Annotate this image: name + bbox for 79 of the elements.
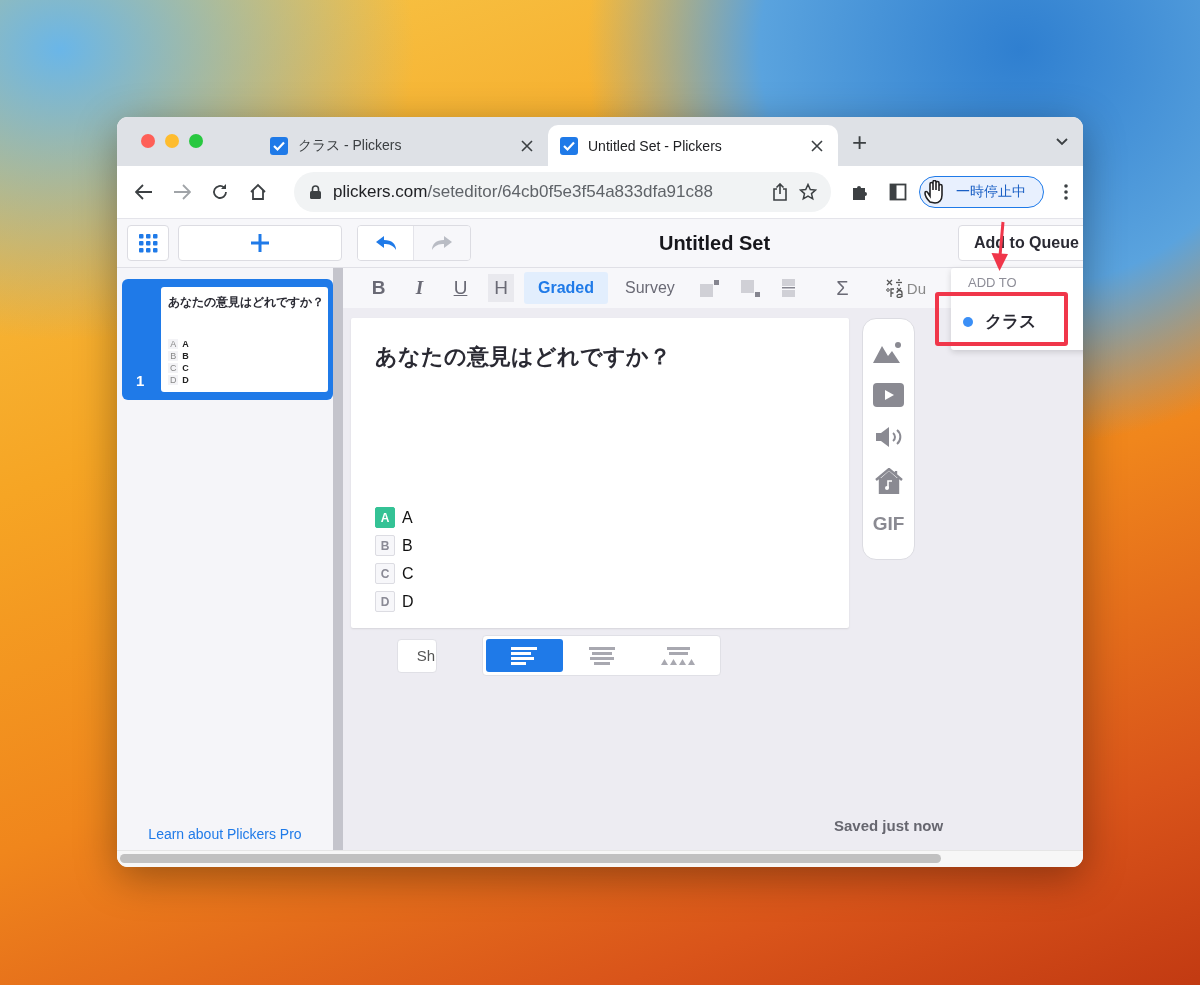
question-text[interactable]: あなたの意見はどれですか？ [375,342,823,372]
underline-button[interactable]: U [440,274,481,302]
undo-button[interactable] [358,226,414,260]
mode-tab[interactable]: Survey [611,272,689,304]
address-bar[interactable]: plickers.com/seteditor/64cb0f5e3f54a833dfa91c88 [294,172,831,212]
plus-icon [250,233,270,253]
close-icon[interactable] [811,139,823,152]
choice-text: A [182,339,189,349]
grid-icon [138,233,158,253]
choice-letter: B [168,351,179,361]
slide-number: 1 [136,372,145,389]
new-tab-button[interactable]: + [852,128,868,155]
close-window-icon[interactable] [141,134,155,148]
back-icon[interactable] [135,184,153,200]
choice-text: D [182,375,189,385]
house-music-note-icon[interactable] [874,467,903,494]
menu-heading: ADD TO [968,275,1018,290]
align-center-icon [587,645,616,666]
redo-arrow-icon [431,235,453,251]
layout-option[interactable] [486,639,563,672]
choice-letter: A [168,339,179,349]
choice-letter: D [168,375,179,385]
choice-text[interactable]: D [402,592,414,611]
set-title: Untitled Set [657,231,772,255]
star-icon[interactable] [799,183,817,201]
choice-letter: C [168,363,179,373]
heading-button[interactable]: H [488,274,514,302]
forward-icon[interactable] [173,184,191,200]
gif-button[interactable]: GIF [872,513,905,535]
browser-tab[interactable]: Untitled Set - Plickers [548,125,838,166]
superscript-icon[interactable] [699,279,719,297]
share-icon[interactable] [773,183,787,201]
centered-with-triangles-icon [661,645,696,666]
vertical-scrollbar[interactable] [333,268,343,850]
slide-list-item[interactable]: 1 あなたの意見はどれですか？ A A B B C C D D [122,279,333,400]
tab-title: クラス - Plickers [298,136,403,155]
horizontal-scrollbar[interactable] [120,854,941,863]
choice-text[interactable]: A [402,508,413,527]
tab-title: Untitled Set - Plickers [588,137,723,154]
unit-symbols-icon[interactable] [885,278,904,298]
choice-letter[interactable]: C [375,563,395,584]
close-icon[interactable] [521,139,533,152]
choice-text[interactable]: C [402,564,414,583]
choice-text: B [182,351,189,361]
side-panel-icon[interactable] [889,183,907,201]
choice-letter[interactable]: B [375,535,395,556]
home-icon[interactable] [249,183,267,201]
browser-tab[interactable]: クラス - Plickers [258,125,548,166]
lock-icon [310,185,321,199]
new-slide-button[interactable] [178,225,342,261]
apps-grid-button[interactable] [127,225,169,261]
thumbnail-question: あなたの意見はどれですか？ [168,294,325,311]
subscript-icon[interactable] [740,279,760,297]
reload-icon[interactable] [211,183,229,201]
puzzle-piece-icon[interactable] [851,183,869,201]
choice-letter[interactable]: D [375,591,395,612]
more-menu-icon[interactable] [1064,184,1068,200]
choice-text: C [182,363,189,373]
mode-tab[interactable]: Graded [524,272,608,304]
maximize-window-icon[interactable] [189,134,203,148]
paused-profile-button[interactable]: 一時停止中 [919,176,1044,208]
chevron-down-icon[interactable] [1055,136,1069,147]
checkbox-favicon-icon [560,136,578,155]
menu-item[interactable]: クラス [963,310,1083,333]
save-status: Saved just now [834,817,944,834]
align-left-icon [510,645,539,666]
video-play-icon[interactable] [873,382,904,407]
toolbar-label[interactable]: Du [906,279,926,297]
math-button[interactable]: Σ [821,274,863,302]
undo-arrow-icon [374,235,397,251]
speaker-icon[interactable] [874,426,903,448]
italic-button[interactable]: I [399,274,440,302]
choice-text[interactable]: B [402,536,413,555]
fraction-icon[interactable] [781,279,795,297]
learn-about-pro-link[interactable]: Learn about Plickers Pro [122,826,333,842]
url-text: plickers.com/seteditor/64cb0f5e3f54a833dfa91c88 [333,182,713,202]
show-button[interactable]: Sh [397,638,437,673]
checkbox-favicon-icon [270,136,288,155]
bold-button[interactable]: B [358,274,399,302]
